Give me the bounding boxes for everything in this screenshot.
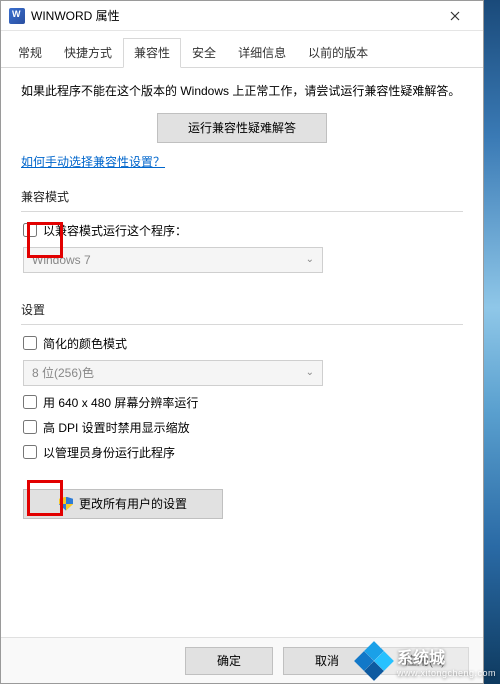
manual-settings-link[interactable]: 如何手动选择兼容性设置？ bbox=[21, 153, 165, 170]
properties-dialog: WINWORD 属性 常规 快捷方式 兼容性 安全 详细信息 以前的版本 如果此… bbox=[0, 0, 484, 684]
run-admin-label: 以管理员身份运行此程序 bbox=[43, 444, 175, 461]
tab-content: 如果此程序不能在这个版本的 Windows 上正常工作，请尝试运行兼容性疑难解答… bbox=[1, 68, 483, 637]
os-select-value: Windows 7 bbox=[32, 253, 91, 267]
tab-previous-versions[interactable]: 以前的版本 bbox=[297, 38, 379, 68]
desktop-background-strip bbox=[482, 0, 500, 684]
intro-text: 如果此程序不能在这个版本的 Windows 上正常工作，请尝试运行兼容性疑难解答… bbox=[21, 82, 463, 101]
color-select-value: 8 位(256)色 bbox=[32, 364, 94, 381]
run-admin-row[interactable]: 以管理员身份运行此程序 bbox=[21, 444, 463, 461]
disable-dpi-checkbox[interactable] bbox=[23, 420, 37, 434]
tab-details[interactable]: 详细信息 bbox=[227, 38, 297, 68]
run-640-label: 用 640 x 480 屏幕分辨率运行 bbox=[43, 394, 198, 411]
reduced-color-row[interactable]: 简化的颜色模式 bbox=[21, 335, 463, 352]
change-all-users-label: 更改所有用户的设置 bbox=[79, 495, 187, 512]
disable-dpi-row[interactable]: 高 DPI 设置时禁用显示缩放 bbox=[21, 419, 463, 436]
compat-mode-group: 兼容模式 以兼容模式运行这个程序： Windows 7 ⌄ bbox=[21, 188, 463, 273]
tab-general[interactable]: 常规 bbox=[7, 38, 53, 68]
settings-group: 设置 简化的颜色模式 8 位(256)色 ⌄ 用 640 x 480 屏幕分辨率… bbox=[21, 301, 463, 461]
run-admin-checkbox[interactable] bbox=[23, 445, 37, 459]
disable-dpi-label: 高 DPI 设置时禁用显示缩放 bbox=[43, 419, 190, 436]
compat-mode-title: 兼容模式 bbox=[21, 188, 463, 205]
troubleshoot-button[interactable]: 运行兼容性疑难解答 bbox=[157, 113, 327, 143]
reduced-color-checkbox[interactable] bbox=[23, 336, 37, 350]
window-title: WINWORD 属性 bbox=[31, 7, 435, 24]
word-app-icon bbox=[9, 8, 25, 24]
tabstrip: 常规 快捷方式 兼容性 安全 详细信息 以前的版本 bbox=[1, 31, 483, 68]
divider bbox=[21, 211, 463, 212]
close-button[interactable] bbox=[435, 2, 475, 30]
os-select[interactable]: Windows 7 ⌄ bbox=[23, 247, 323, 273]
settings-title: 设置 bbox=[21, 301, 463, 318]
chevron-down-icon: ⌄ bbox=[306, 367, 314, 378]
run-compat-label: 以兼容模式运行这个程序： bbox=[43, 222, 187, 239]
apply-button[interactable]: 应用(A) bbox=[381, 647, 469, 675]
cancel-button[interactable]: 取消 bbox=[283, 647, 371, 675]
titlebar: WINWORD 属性 bbox=[1, 1, 483, 31]
tab-compatibility[interactable]: 兼容性 bbox=[123, 38, 181, 68]
close-icon bbox=[450, 11, 460, 21]
ok-button[interactable]: 确定 bbox=[185, 647, 273, 675]
chevron-down-icon: ⌄ bbox=[306, 254, 314, 265]
tab-shortcut[interactable]: 快捷方式 bbox=[53, 38, 123, 68]
divider bbox=[21, 324, 463, 325]
run-compat-row[interactable]: 以兼容模式运行这个程序： bbox=[21, 222, 463, 239]
run-compat-checkbox[interactable] bbox=[23, 223, 37, 237]
tab-security[interactable]: 安全 bbox=[181, 38, 227, 68]
color-select[interactable]: 8 位(256)色 ⌄ bbox=[23, 360, 323, 386]
run-640-row[interactable]: 用 640 x 480 屏幕分辨率运行 bbox=[21, 394, 463, 411]
uac-shield-icon bbox=[59, 497, 73, 511]
change-all-users-button[interactable]: 更改所有用户的设置 bbox=[23, 489, 223, 519]
reduced-color-label: 简化的颜色模式 bbox=[43, 335, 127, 352]
run-640-checkbox[interactable] bbox=[23, 395, 37, 409]
dialog-button-row: 确定 取消 应用(A) bbox=[1, 637, 483, 683]
